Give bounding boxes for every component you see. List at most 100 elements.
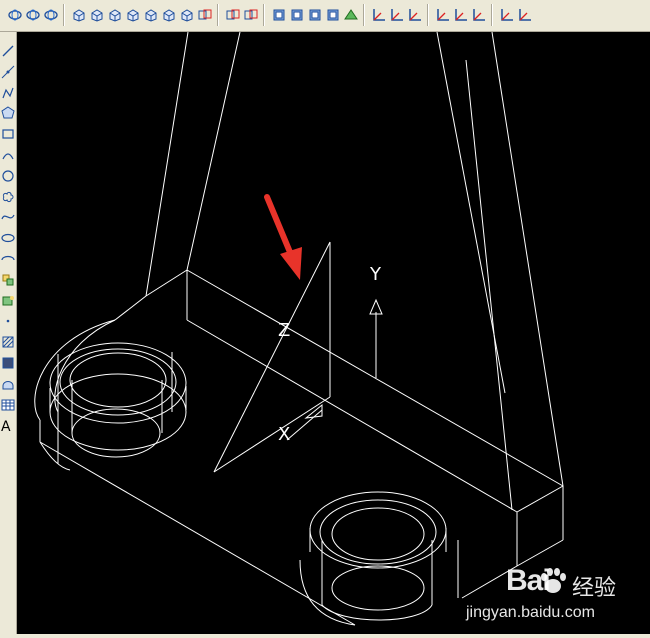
ucs-button[interactable] [498, 6, 516, 24]
ucs-button[interactable] [388, 6, 406, 24]
section-button[interactable] [224, 6, 242, 24]
column-wireframe [145, 31, 564, 511]
ucs-button[interactable] [470, 6, 488, 24]
ucs-icon [373, 9, 385, 21]
baidu-watermark: Bai 经验 jingyan.baidu.com [466, 564, 616, 626]
revolve-icon [145, 9, 157, 22]
ucs-icon [473, 9, 485, 21]
gradient-icon [2, 357, 14, 369]
light-icon [344, 9, 358, 20]
revision-cloud-tool-button[interactable] [0, 188, 16, 206]
material-button[interactable] [324, 6, 342, 24]
slice-button[interactable] [196, 6, 214, 24]
hatch-icon [2, 336, 14, 348]
orbit-button[interactable] [6, 6, 24, 24]
modeling-toolbar [0, 0, 650, 32]
ellipse-tool-button[interactable] [0, 229, 16, 247]
ucs-button[interactable] [434, 6, 452, 24]
ucs-button[interactable] [516, 6, 534, 24]
baidu-paw-icon [541, 568, 566, 593]
shade-icon [273, 9, 285, 21]
point-tool-button[interactable] [0, 312, 16, 330]
polyline-tool-button[interactable] [0, 84, 16, 102]
wedge-icon [127, 9, 139, 22]
hatch-tool-button[interactable] [0, 333, 16, 351]
ucs-z-label: Z [278, 320, 290, 341]
interference-button[interactable] [242, 6, 260, 24]
drawing-viewport[interactable]: Y Z X Bai 经验 jingyan.baidu.com [17, 31, 650, 634]
orbit-icon [26, 9, 40, 21]
insert-block-icon [2, 274, 14, 286]
sweep-icon [163, 9, 175, 22]
ellipse-arc-icon [1, 255, 15, 261]
ucs-button[interactable] [406, 6, 424, 24]
rectangle-icon [2, 129, 14, 139]
ucs-icon [437, 9, 449, 21]
render-button[interactable] [288, 6, 306, 24]
toolbar-separator [263, 4, 265, 26]
spline-tool-button[interactable] [0, 208, 16, 226]
toolbar-separator [427, 4, 429, 26]
construction-line-icon [1, 65, 15, 79]
region-tool-button[interactable] [0, 375, 16, 393]
box-icon [73, 9, 85, 22]
table-tool-button[interactable] [0, 396, 16, 414]
toolbar-separator [363, 4, 365, 26]
toolbar-separator [63, 4, 65, 26]
arc-tool-button[interactable] [0, 146, 16, 164]
box-button[interactable] [70, 6, 88, 24]
point-icon [6, 320, 10, 323]
watermark-url: jingyan.baidu.com [466, 604, 595, 621]
revolve-button[interactable] [142, 6, 160, 24]
ucs-x-label: X [278, 424, 290, 445]
light-button[interactable] [342, 6, 360, 24]
toolbar-separator [491, 4, 493, 26]
toolbar-separator [217, 4, 219, 26]
circle-icon [2, 170, 14, 182]
render-icon [309, 9, 321, 21]
table-icon [1, 399, 15, 411]
ucs-icon [391, 9, 403, 21]
spline-icon [1, 215, 15, 220]
draw-toolbar: A [0, 32, 17, 634]
construction-line-tool-button[interactable] [0, 63, 16, 81]
annotation-arrow [264, 194, 302, 280]
make-block-icon [2, 295, 14, 306]
make-block-tool-button[interactable] [0, 292, 16, 310]
region-icon [2, 380, 14, 390]
line-icon [2, 45, 14, 57]
cylinder-button[interactable] [88, 6, 106, 24]
watermark-brand-cn: 经验 [572, 576, 617, 601]
model-wireframe: Y Z X [34, 31, 564, 626]
ucs-icon [455, 9, 467, 21]
line-tool-button[interactable] [0, 42, 16, 60]
render-button[interactable] [306, 6, 324, 24]
polygon-tool-button[interactable] [0, 104, 16, 122]
ucs-button[interactable] [452, 6, 470, 24]
multiline-text-tool-button[interactable]: A [0, 416, 16, 436]
gradient-tool-button[interactable] [0, 354, 16, 372]
arc-icon [2, 153, 14, 160]
cube-button[interactable] [106, 6, 124, 24]
cube-icon [109, 9, 121, 22]
wedge-button[interactable] [124, 6, 142, 24]
cylinder-icon [91, 9, 103, 22]
ellipse-arc-tool-button[interactable] [0, 250, 16, 268]
rectangle-tool-button[interactable] [0, 125, 16, 143]
circle-tool-button[interactable] [0, 167, 16, 185]
ucs-icon [409, 9, 421, 21]
ucs-button[interactable] [370, 6, 388, 24]
orbit-icon [8, 9, 22, 21]
sweep-button[interactable] [160, 6, 178, 24]
material-icon [327, 9, 339, 21]
orbit-icon [44, 9, 58, 21]
union-icon [181, 9, 193, 22]
insert-block-tool-button[interactable] [0, 271, 16, 289]
ucs-y-label: Y [369, 264, 382, 285]
orbit-button[interactable] [42, 6, 60, 24]
ucs-icon [501, 9, 513, 21]
multiline-text-icon: A [1, 419, 11, 436]
orbit-button[interactable] [24, 6, 42, 24]
shade-button[interactable] [270, 6, 288, 24]
union-button[interactable] [178, 6, 196, 24]
